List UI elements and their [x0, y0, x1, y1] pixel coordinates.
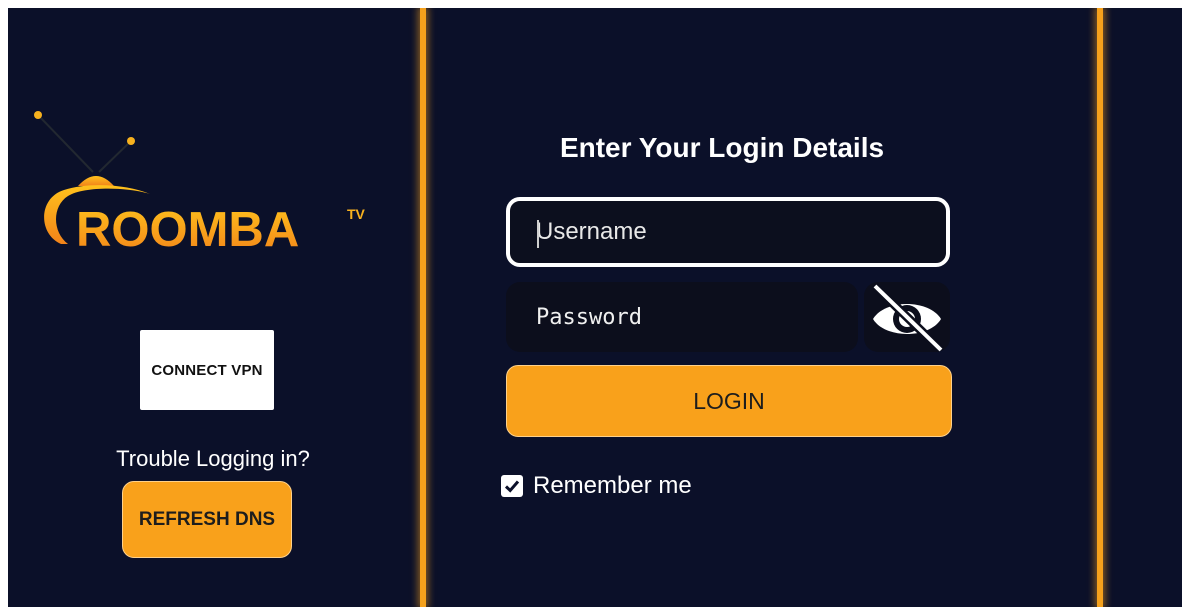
remember-me-label: Remember me [533, 472, 692, 499]
login-screen: ROOMBA TV CONNECT VPN Trouble Logging in… [8, 8, 1182, 607]
checkmark-icon [504, 480, 520, 493]
refresh-dns-button[interactable]: REFRESH DNS [122, 481, 292, 558]
username-input[interactable] [506, 197, 950, 267]
login-title: Enter Your Login Details [559, 132, 885, 163]
brand-logo: ROOMBA TV [34, 111, 366, 257]
eye-off-icon [871, 282, 945, 352]
password-input[interactable] [506, 282, 858, 352]
text-cursor [537, 220, 539, 248]
remember-me-checkbox[interactable] [501, 475, 523, 497]
remember-me-row[interactable]: Remember me [501, 470, 692, 502]
password-visibility-toggle[interactable] [864, 282, 950, 352]
logo-wordmark: ROOMBA [76, 203, 299, 257]
left-divider [420, 8, 426, 607]
right-divider [1097, 8, 1103, 607]
logo-tv-mark: TV [347, 206, 366, 222]
connect-vpn-button[interactable]: CONNECT VPN [140, 330, 274, 410]
login-button[interactable]: LOGIN [506, 365, 952, 437]
trouble-logging-text: Trouble Logging in? [116, 446, 310, 471]
